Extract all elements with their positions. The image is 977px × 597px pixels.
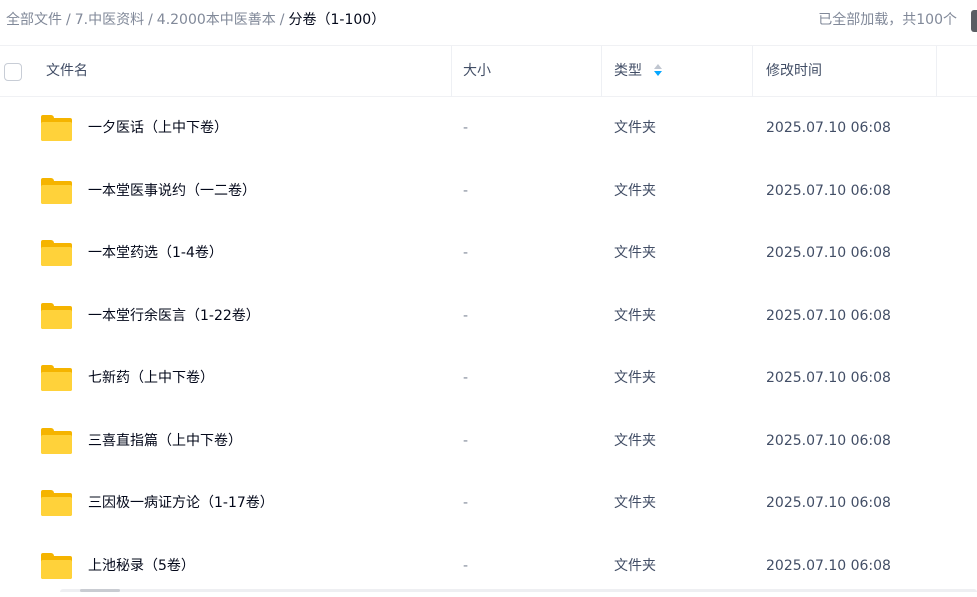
top-bar: 全部文件/7.中医资料/4.2000本中医善本/分卷（1-100） 已全部加载，… bbox=[0, 0, 977, 44]
folder-icon[interactable] bbox=[41, 428, 72, 454]
file-size: - bbox=[463, 97, 468, 160]
folder-icon[interactable] bbox=[41, 490, 72, 516]
column-header-size[interactable]: 大小 bbox=[463, 46, 491, 97]
folder-icon-front bbox=[41, 497, 72, 516]
file-type: 文件夹 bbox=[614, 160, 656, 223]
table-row[interactable]: 一本堂药选（1-4卷） - 文件夹 2025.07.10 06:08 bbox=[0, 222, 977, 285]
folder-icon[interactable] bbox=[41, 553, 72, 579]
file-type: 文件夹 bbox=[614, 347, 656, 410]
column-header-type-label: 类型 bbox=[614, 63, 642, 79]
breadcrumb-item-tcm-materials[interactable]: 7.中医资料 bbox=[75, 12, 144, 28]
file-name[interactable]: 一本堂医事说约（一二卷） bbox=[88, 160, 256, 223]
file-name[interactable]: 三因极一病证方论（1-17卷） bbox=[88, 472, 274, 535]
breadcrumb-separator: / bbox=[148, 12, 153, 28]
file-type: 文件夹 bbox=[614, 222, 656, 285]
file-name[interactable]: 一本堂药选（1-4卷） bbox=[88, 222, 223, 285]
breadcrumb-item-all-files[interactable]: 全部文件 bbox=[6, 12, 62, 28]
sort-icon[interactable] bbox=[654, 64, 662, 76]
file-size: - bbox=[463, 410, 468, 473]
file-type: 文件夹 bbox=[614, 410, 656, 473]
breadcrumb: 全部文件/7.中医资料/4.2000本中医善本/分卷（1-100） bbox=[6, 10, 385, 30]
file-size: - bbox=[463, 285, 468, 348]
file-list: 一夕医话（上中下卷）-文件夹2025.07.10 06:08一本堂医事说约（一二… bbox=[0, 97, 977, 597]
column-header-name[interactable]: 文件名 bbox=[46, 46, 88, 97]
folder-icon[interactable] bbox=[41, 240, 72, 266]
file-type: 文件夹 bbox=[614, 472, 656, 535]
sort-ascending-arrow bbox=[654, 64, 662, 69]
file-size: - bbox=[463, 535, 468, 597]
folder-icon-front bbox=[41, 185, 72, 204]
breadcrumb-separator: / bbox=[66, 12, 71, 28]
folder-icon-front bbox=[41, 310, 72, 329]
column-header-modified[interactable]: 修改时间 bbox=[766, 46, 822, 97]
file-type: 文件夹 bbox=[614, 285, 656, 348]
breadcrumb-current: 分卷（1-100） bbox=[289, 12, 386, 28]
file-size: - bbox=[463, 347, 468, 410]
column-divider[interactable] bbox=[451, 46, 452, 97]
table-header: 文件名 大小 类型 修改时间 bbox=[0, 45, 977, 97]
breadcrumb-separator: / bbox=[280, 12, 285, 28]
file-name[interactable]: 一夕医话（上中下卷） bbox=[88, 97, 228, 160]
file-modified-time: 2025.07.10 06:08 bbox=[766, 285, 891, 348]
folder-icon[interactable] bbox=[41, 365, 72, 391]
folder-icon-front bbox=[41, 122, 72, 141]
sort-descending-arrow bbox=[654, 71, 662, 76]
folder-icon[interactable] bbox=[41, 178, 72, 204]
file-modified-time: 2025.07.10 06:08 bbox=[766, 472, 891, 535]
file-modified-time: 2025.07.10 06:08 bbox=[766, 97, 891, 160]
folder-icon[interactable] bbox=[41, 115, 72, 141]
folder-icon-front bbox=[41, 372, 72, 391]
file-type: 文件夹 bbox=[614, 97, 656, 160]
file-type: 文件夹 bbox=[614, 535, 656, 597]
table-row[interactable]: 一夕医话（上中下卷） - 文件夹 2025.07.10 06:08 bbox=[0, 97, 977, 160]
file-name[interactable]: 三喜直指篇（上中下卷） bbox=[88, 410, 242, 473]
table-row[interactable]: 一本堂医事说约（一二卷） - 文件夹 2025.07.10 06:08 bbox=[0, 160, 977, 223]
file-modified-time: 2025.07.10 06:08 bbox=[766, 160, 891, 223]
column-divider[interactable] bbox=[752, 46, 753, 97]
load-status-text: 已全部加载，共100个 bbox=[818, 10, 957, 30]
column-header-type[interactable]: 类型 bbox=[614, 46, 662, 97]
side-panel-toggle[interactable] bbox=[971, 10, 977, 32]
folder-icon[interactable] bbox=[41, 303, 72, 329]
folder-icon-front bbox=[41, 560, 72, 579]
file-modified-time: 2025.07.10 06:08 bbox=[766, 222, 891, 285]
column-divider[interactable] bbox=[601, 46, 602, 97]
file-modified-time: 2025.07.10 06:08 bbox=[766, 410, 891, 473]
folder-icon-front bbox=[41, 435, 72, 454]
table-row[interactable]: 一本堂行余医言（1-22卷） - 文件夹 2025.07.10 06:08 bbox=[0, 285, 977, 348]
table-row[interactable]: 上池秘录（5卷） - 文件夹 2025.07.10 06:08 bbox=[0, 535, 977, 597]
select-all-checkbox[interactable] bbox=[4, 63, 22, 81]
file-size: - bbox=[463, 222, 468, 285]
file-name[interactable]: 七新药（上中下卷） bbox=[88, 347, 214, 410]
file-size: - bbox=[463, 472, 468, 535]
table-row[interactable]: 七新药（上中下卷） - 文件夹 2025.07.10 06:08 bbox=[0, 347, 977, 410]
folder-icon-front bbox=[41, 247, 72, 266]
table-row[interactable]: 三喜直指篇（上中下卷） - 文件夹 2025.07.10 06:08 bbox=[0, 410, 977, 473]
breadcrumb-item-rare-books[interactable]: 4.2000本中医善本 bbox=[157, 12, 276, 28]
table-row[interactable]: 三因极一病证方论（1-17卷） - 文件夹 2025.07.10 06:08 bbox=[0, 472, 977, 535]
file-size: - bbox=[463, 160, 468, 223]
file-modified-time: 2025.07.10 06:08 bbox=[766, 347, 891, 410]
file-modified-time: 2025.07.10 06:08 bbox=[766, 535, 891, 597]
column-divider[interactable] bbox=[936, 46, 937, 97]
file-name[interactable]: 上池秘录（5卷） bbox=[88, 535, 195, 597]
file-name[interactable]: 一本堂行余医言（1-22卷） bbox=[88, 285, 260, 348]
